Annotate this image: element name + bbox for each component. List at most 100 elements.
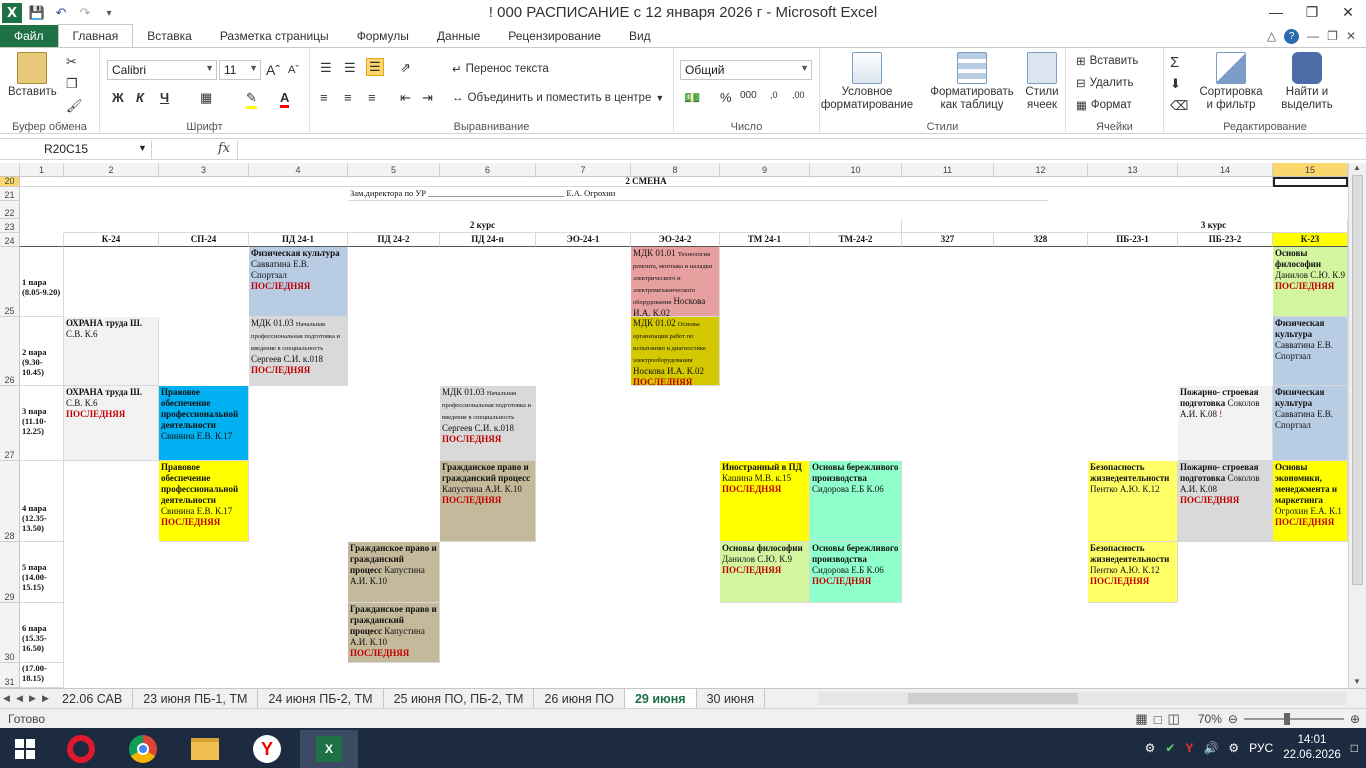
undo-icon[interactable]: ↶ <box>52 4 70 22</box>
lesson-cell[interactable]: МДК 01.02 Основы организации работ по ис… <box>631 317 720 386</box>
vertical-scrollbar[interactable]: ▲ ▼ <box>1348 163 1366 688</box>
restore-icon[interactable]: ❐ <box>1294 0 1330 24</box>
shrink-font-icon[interactable]: Aˇ <box>288 64 299 76</box>
vertical-scroll-thumb[interactable] <box>1352 175 1363 585</box>
sheet-tab[interactable]: 25 июня ПО, ПБ-2, ТМ <box>384 689 535 708</box>
sheet-tab[interactable]: 30 июня <box>697 689 765 708</box>
file-explorer-icon[interactable] <box>176 730 234 768</box>
volume-icon[interactable]: 🔊 <box>1203 741 1218 755</box>
bold-icon[interactable]: Ж <box>112 90 124 105</box>
column-header[interactable]: 10 <box>810 163 902 177</box>
lesson-cell[interactable]: ОХРАНА труда Ш. С.В. К.6 <box>64 317 159 386</box>
scroll-up-icon[interactable]: ▲ <box>1353 163 1361 172</box>
tray-app-icon[interactable]: ⚙ <box>1145 741 1156 755</box>
zoom-out-icon[interactable]: ⊖ <box>1228 712 1238 726</box>
column-header[interactable]: 7 <box>536 163 631 177</box>
currency-icon[interactable]: 💵 <box>684 90 700 106</box>
tab-page-layout[interactable]: Разметка страницы <box>206 25 343 47</box>
sheet-tab[interactable]: 22.06 САВ <box>52 689 134 708</box>
chevron-down-icon[interactable]: ▼ <box>138 143 147 153</box>
increase-indent-icon[interactable]: ⇥ <box>422 90 433 106</box>
group-header[interactable]: К-24 <box>64 233 159 247</box>
column-header[interactable]: 15 <box>1273 163 1348 177</box>
autosum-icon[interactable]: Σ <box>1170 54 1179 71</box>
pair-label[interactable]: (17.00-18.15) <box>20 663 64 688</box>
redo-icon[interactable]: ↷ <box>76 4 94 22</box>
number-format-combo[interactable]: Общий ▼ <box>680 60 812 80</box>
row-header[interactable]: 24 <box>0 233 20 247</box>
font-color-icon[interactable]: A <box>280 90 290 108</box>
lesson-cell[interactable]: Правовое обеспечение профессиональной де… <box>159 461 249 542</box>
lesson-cell[interactable]: МДК 01.01 Технология ремонта, монтажа и … <box>631 247 720 317</box>
underline-icon[interactable]: Ч <box>160 90 169 105</box>
lesson-cell[interactable]: Иностранный в ПД Кашина М.В. к.15 ПОСЛЕДНЯ… <box>720 461 810 542</box>
format-painter-icon[interactable]: 🖌 <box>66 98 83 114</box>
align-top-icon[interactable]: ☰ <box>320 60 332 76</box>
align-middle-icon[interactable]: ☰ <box>344 60 356 76</box>
group-header[interactable]: ПБ-23-1 <box>1088 233 1178 247</box>
lesson-cell[interactable]: Безопасность жизнедеятельности Пентко А.Ю… <box>1088 461 1178 542</box>
lesson-cell[interactable]: Основы экономики, менеджмента и маркетин… <box>1273 461 1348 542</box>
zoom-in-icon[interactable]: ⊕ <box>1350 712 1360 726</box>
lesson-cell[interactable]: Пожарно- строевая подготовка Соколов А.И… <box>1178 461 1273 542</box>
group-header[interactable]: ПД 24-1 <box>249 233 348 247</box>
lesson-cell[interactable]: Основы философии Данилов С.Ю. К.9 ПОСЛЕДНЯ… <box>720 542 810 603</box>
column-header[interactable]: 13 <box>1088 163 1178 177</box>
deputy-signature[interactable]: Зам.директора по УР ____________________… <box>348 187 1048 201</box>
scroll-down-icon[interactable]: ▼ <box>1353 677 1361 686</box>
column-header[interactable]: 5 <box>348 163 440 177</box>
format-cells-button[interactable]: ▦ Формат <box>1076 98 1132 112</box>
row-header[interactable]: 22 <box>0 201 20 219</box>
column-header[interactable]: 3 <box>159 163 249 177</box>
excel-taskbar-icon[interactable]: X <box>300 730 358 768</box>
group-header[interactable]: ТМ 24-1 <box>720 233 810 247</box>
sort-filter-button[interactable]: Сортировка и фильтр <box>1196 52 1266 112</box>
excel-icon[interactable]: X <box>2 3 22 23</box>
zoom-slider[interactable] <box>1243 713 1344 725</box>
zoom-level[interactable]: 70% <box>1198 712 1222 726</box>
group-header[interactable]: ПД 24-п <box>440 233 536 247</box>
spreadsheet-grid[interactable]: 1 2 3 4 5 6 7 8 9 10 11 12 13 14 15 20 2… <box>0 163 1348 688</box>
selected-cell[interactable] <box>1273 177 1348 187</box>
last-sheet-icon[interactable]: ▶ <box>39 693 52 704</box>
course-2-header[interactable]: 2 курс <box>64 219 902 233</box>
minimize-icon[interactable]: — <box>1258 0 1294 24</box>
align-left-icon[interactable]: ≡ <box>320 90 328 105</box>
lesson-cell[interactable]: Безопасность жизнедеятельности Пентко А.Ю… <box>1088 542 1178 603</box>
copy-icon[interactable]: ❐ <box>66 76 78 92</box>
chrome-icon[interactable] <box>114 730 172 768</box>
column-header[interactable]: 6 <box>440 163 536 177</box>
pair-label[interactable]: 1 пара (8.05-9.20) <box>20 247 64 317</box>
column-header[interactable]: 12 <box>994 163 1088 177</box>
select-all-corner[interactable] <box>0 163 20 177</box>
align-center-icon[interactable]: ≡ <box>344 90 352 105</box>
group-header[interactable]: 327 <box>902 233 994 247</box>
sheet-tab[interactable]: 26 июня ПО <box>534 689 625 708</box>
save-icon[interactable]: 💾 <box>28 4 46 22</box>
column-header[interactable]: 8 <box>631 163 720 177</box>
lesson-cell[interactable]: Пожарно- строевая подготовка Соколов А.И… <box>1178 386 1273 461</box>
group-header[interactable]: 328 <box>994 233 1088 247</box>
sheet-tab[interactable]: 23 июня ПБ-1, ТМ <box>133 689 259 708</box>
close-icon[interactable]: ✕ <box>1330 0 1366 24</box>
next-sheet-icon[interactable]: ▶ <box>26 693 39 704</box>
tab-home[interactable]: Главная <box>57 24 134 47</box>
row-header[interactable]: 27 <box>0 386 20 461</box>
group-header[interactable]: ТМ-24-2 <box>810 233 902 247</box>
lesson-cell[interactable]: Физическая культура Савватина Е.В. Спорт… <box>249 247 348 317</box>
row-header[interactable]: 29 <box>0 542 20 603</box>
zoom-slider-knob[interactable] <box>1283 713 1290 725</box>
formula-input[interactable] <box>237 140 1348 160</box>
row-header[interactable]: 21 <box>0 187 20 201</box>
align-right-icon[interactable]: ≡ <box>368 90 376 105</box>
tray-check-icon[interactable]: ✔ <box>1165 741 1175 755</box>
pair-label[interactable]: 3 пара (11.10-12.25) <box>20 386 64 461</box>
lesson-cell[interactable]: Правовое обеспечение профессиональной де… <box>159 386 249 461</box>
pair-label[interactable]: 4 пара (12.35-13.50) <box>20 461 64 542</box>
pair-label[interactable]: 2 пара (9.30-10.45) <box>20 317 64 386</box>
delete-cells-button[interactable]: ⊟ Удалить <box>1076 76 1134 90</box>
pair-label[interactable]: 5 пара (14.00-15.15) <box>20 542 64 603</box>
column-header[interactable]: 14 <box>1178 163 1273 177</box>
lesson-cell[interactable]: МДК 01.03 Начальная профессиональная под… <box>440 386 536 461</box>
lesson-cell[interactable]: МДК 01.03 Начальная профессиональная под… <box>249 317 348 386</box>
